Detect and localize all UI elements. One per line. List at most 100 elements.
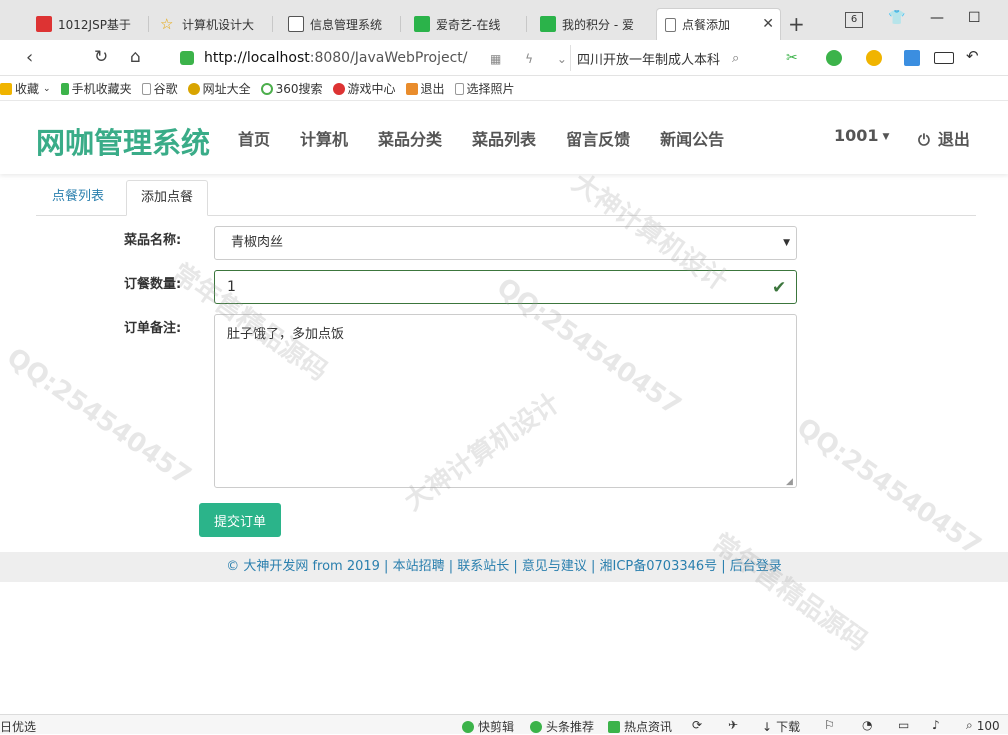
quantity-input[interactable] (214, 270, 797, 304)
dish-label: 菜品名称: (124, 233, 182, 248)
site-footer: © 大神开发网 from 2019 | 本站招聘 | 联系站长 | 意见与建议 … (0, 552, 1008, 582)
browser-icon[interactable]: ◔ (862, 718, 872, 732)
quantity-label: 订餐数量: (124, 277, 182, 292)
nav-dish-list[interactable]: 菜品列表 (472, 126, 536, 150)
site-brand[interactable]: 网咖管理系统 (36, 120, 210, 162)
bookmark-photos[interactable]: 选择照片 (454, 80, 515, 97)
status-label: 下载 (776, 720, 801, 734)
check-icon: ✔ (772, 278, 787, 298)
logout-button[interactable]: ⏻ 退出 (918, 126, 970, 150)
power-icon: ⏻ (918, 131, 930, 149)
url-host: http://localhost (204, 50, 310, 66)
user-id: 1001 (834, 126, 879, 145)
status-hot-news[interactable]: 热点资讯 (608, 718, 672, 735)
minimize-button[interactable]: — (930, 10, 944, 26)
tab-add-order[interactable]: 添加点餐 (126, 180, 209, 216)
nav-dish-categories[interactable]: 菜品分类 (378, 126, 442, 150)
news-icon (530, 720, 542, 733)
search-input[interactable]: 四川开放一年制成人本科 ⌕ (570, 45, 770, 71)
bookmark-mobile[interactable]: 手机收藏夹 (60, 80, 132, 97)
tab-title: 点餐添加 (682, 18, 731, 32)
battery-icon[interactable] (934, 52, 954, 64)
zoom-icon: ⌕ (966, 718, 973, 732)
bookmark-label: 游戏中心 (347, 82, 396, 96)
volume-icon[interactable]: ♪ (932, 718, 940, 732)
bookmark-exit[interactable]: 退出 (405, 80, 445, 97)
browser-tab[interactable]: 信息管理系统 (280, 8, 398, 40)
reload-button[interactable]: ↻ (94, 47, 108, 67)
tab-order-list[interactable]: 点餐列表 (38, 180, 118, 216)
tool-icon[interactable]: ✈ (728, 718, 738, 732)
tab-title: 我的积分 - 爱 (562, 17, 634, 32)
remark-textarea[interactable]: 肚子饿了，多加点饭 (214, 314, 797, 488)
page-icon (665, 17, 676, 32)
back-button[interactable]: ‹ (26, 47, 33, 68)
bookmark-hao123[interactable]: 网址大全 (187, 80, 251, 97)
bookmark-google[interactable]: 谷歌 (141, 80, 178, 97)
undo-icon[interactable]: ↶ (966, 47, 982, 65)
status-left-text[interactable]: 日优选 (0, 718, 36, 735)
apps-icon[interactable] (904, 50, 920, 66)
status-headlines[interactable]: 头条推荐 (530, 718, 594, 735)
dish-selected-value: 青椒肉丝 (231, 235, 284, 250)
home-button[interactable]: ⌂ (130, 47, 141, 67)
site-navbar: 网咖管理系统 首页 计算机 菜品分类 菜品列表 留言反馈 新闻公告 1001 ▼ … (0, 102, 1008, 174)
search-icon[interactable]: ⌕ (732, 51, 739, 66)
bookmark-label: 网址大全 (202, 82, 251, 96)
status-quick-clip[interactable]: 快剪辑 (462, 718, 514, 735)
refresh-icon[interactable]: ⟳ (692, 718, 702, 732)
skin-icon[interactable]: 👕 (888, 10, 905, 26)
nav-news[interactable]: 新闻公告 (660, 126, 724, 150)
nav-feedback[interactable]: 留言反馈 (566, 126, 630, 150)
status-download[interactable]: ↓ 下载 (762, 718, 800, 735)
submit-order-button[interactable]: 提交订单 (199, 503, 281, 537)
zoom-control[interactable]: ⌕ 100 (966, 718, 1000, 733)
download-icon: ↓ (762, 719, 773, 734)
browser-tab[interactable]: 1012JSP基于 (28, 8, 146, 40)
page-icon (141, 82, 151, 95)
tab-count-badge[interactable]: 6 (845, 12, 863, 28)
status-label: 头条推荐 (546, 720, 595, 734)
new-tab-button[interactable]: + (788, 12, 805, 36)
caret-down-icon: ▼ (882, 131, 890, 142)
bookmark-label: 退出 (420, 82, 445, 96)
browser-tab[interactable]: 我的积分 - 爱 (532, 8, 650, 40)
browser-tab-strip: 1012JSP基于 ☆ 计算机设计大 信息管理系统 爱奇艺-在线 我的积分 - … (0, 0, 1008, 40)
browser-tab-active[interactable]: 点餐添加 ✕ (656, 8, 781, 40)
watermark-text: 常年售精品源码 (706, 528, 873, 658)
browser-status-bar: 日优选 快剪辑 头条推荐 热点资讯 ⟳ ✈ ↓ 下载 ⚐ ◔ ▭ ♪ ⌕ 100 (0, 714, 1008, 734)
tab-title: 计算机设计大 (182, 17, 255, 32)
star-icon: ☆ (160, 15, 174, 33)
tab-title: 信息管理系统 (310, 17, 383, 32)
site-favicon-icon (36, 16, 52, 32)
close-icon[interactable]: ✕ (762, 16, 774, 32)
bookmark-label: 手机收藏夹 (71, 82, 132, 96)
user-dropdown[interactable]: 1001 ▼ (834, 126, 889, 145)
resize-handle-icon[interactable]: ◢ (786, 477, 793, 487)
bookmark-label: 360搜索 (275, 82, 323, 96)
coin-icon[interactable] (866, 50, 882, 66)
star-icon (0, 82, 12, 95)
window-icon[interactable]: ▭ (898, 718, 909, 732)
bookmark-favorites[interactable]: 收藏 ⌄ (0, 80, 51, 97)
url-path: :8080/JavaWebProject/ (309, 50, 468, 66)
nav-home[interactable]: 首页 (238, 126, 270, 150)
translate-icon[interactable] (826, 50, 842, 66)
status-label: 快剪辑 (478, 720, 515, 734)
game-icon (332, 82, 345, 95)
url-tools-icon[interactable]: ▦ ϟ ⌄ (490, 52, 577, 66)
tab-title: 1012JSP基于 (58, 17, 131, 32)
bookmark-games[interactable]: 游戏中心 (332, 80, 396, 97)
bookmark-360-search[interactable]: 360搜索 (260, 80, 323, 97)
browser-tab[interactable]: 爱奇艺-在线 (406, 8, 524, 40)
watermark-text: QQ:254540457 (1, 342, 197, 492)
nav-computers[interactable]: 计算机 (300, 126, 348, 150)
bookmark-label: 收藏 (15, 82, 40, 96)
scissors-icon[interactable]: ✂ (786, 50, 802, 66)
dish-select[interactable]: 青椒肉丝 ▼ (214, 226, 797, 260)
maximize-button[interactable]: ☐ (968, 10, 981, 26)
status-label: 热点资讯 (624, 720, 673, 734)
browser-tab[interactable]: ☆ 计算机设计大 (152, 8, 270, 40)
order-tabs: 点餐列表 添加点餐 (36, 180, 976, 216)
flag-icon[interactable]: ⚐ (824, 718, 835, 732)
